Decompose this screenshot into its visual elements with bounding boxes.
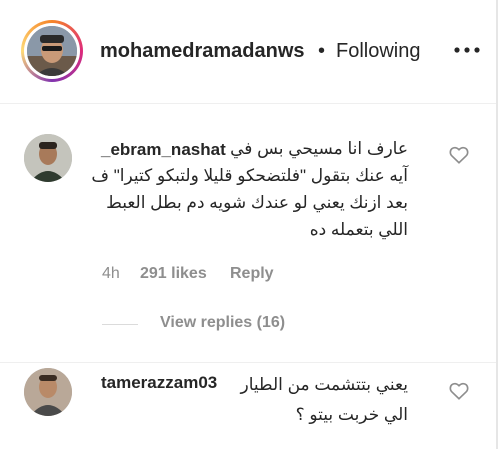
avatar-image bbox=[24, 368, 72, 416]
comment-divider bbox=[0, 362, 498, 363]
commenter-avatar[interactable] bbox=[24, 134, 72, 182]
avatar-image bbox=[27, 26, 77, 76]
heart-outline-icon[interactable] bbox=[449, 382, 469, 400]
comment-text-line: الي خربت بيتو ؟ bbox=[295, 405, 408, 424]
following-button[interactable]: Following bbox=[336, 40, 420, 63]
story-ring[interactable] bbox=[21, 20, 83, 82]
comment-text-line: بعد ازنك يعني لو عندك شويه دم بطل العبط bbox=[106, 193, 408, 212]
view-replies-button[interactable]: View replies (16) bbox=[160, 314, 285, 332]
avatar-image bbox=[24, 134, 72, 182]
comment-username[interactable]: _ebram_nashat bbox=[101, 140, 226, 160]
comment-likes[interactable]: 291 likes bbox=[140, 265, 207, 283]
comment-username[interactable]: tamerazzam03 bbox=[101, 373, 217, 393]
reply-button[interactable]: Reply bbox=[230, 265, 274, 283]
separator-dot: • bbox=[318, 40, 326, 62]
comment-text-line: آيه عنك بتقول "فلتضحكو قليلا ولتبكو كتير… bbox=[91, 166, 408, 185]
comment-text-line: عارف انا مسيحي بس في bbox=[230, 139, 408, 158]
more-horizontal-icon[interactable] bbox=[454, 44, 480, 56]
commenter-avatar[interactable] bbox=[24, 368, 72, 416]
replies-line bbox=[102, 324, 138, 325]
comment-text-line: اللي بتعمله ده bbox=[309, 220, 408, 239]
comment-text-line: يعني بتتشمت من الطيار bbox=[240, 375, 409, 394]
header-username[interactable]: mohamedramadanws bbox=[100, 40, 305, 63]
comment-timestamp[interactable]: 4h bbox=[102, 265, 120, 283]
post-header: mohamedramadanws • Following bbox=[0, 0, 498, 104]
avatar-border bbox=[24, 23, 80, 79]
profile-avatar[interactable] bbox=[27, 26, 77, 76]
heart-outline-icon[interactable] bbox=[449, 146, 469, 164]
